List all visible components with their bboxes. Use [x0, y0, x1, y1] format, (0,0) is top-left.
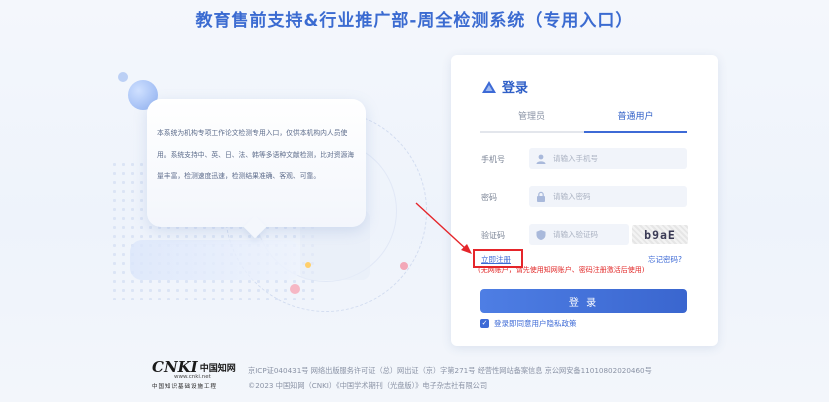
agree-checkbox[interactable]: ✓	[480, 319, 489, 328]
tab-admin[interactable]: 管理员	[480, 109, 583, 122]
decorative-blob	[130, 240, 300, 280]
password-input[interactable]	[551, 191, 685, 202]
decorative-dot	[305, 262, 311, 268]
phone-input[interactable]	[551, 153, 685, 164]
tab-user[interactable]: 普通用户	[584, 109, 687, 122]
footer-copyright-line: ©2023 中国知网（CNKI）《中国学术期刊（光盘版）》电子杂志社有限公司	[248, 381, 488, 390]
logo-subtitle: 中国知识基础设施工程	[152, 384, 218, 390]
forgot-password-link[interactable]: 忘记密码?	[648, 254, 682, 265]
register-link[interactable]: 立即注册	[481, 254, 511, 265]
password-field[interactable]	[529, 186, 687, 207]
active-tab-underline	[584, 131, 687, 133]
decorative-dot	[290, 284, 300, 294]
agree-row: ✓ 登录即同意用户隐私政策	[480, 318, 577, 329]
registration-notice: (无网账户，请先使用知网账户、密码注册激活后使用)	[478, 266, 645, 274]
logo-url: www.cnki.net	[174, 374, 211, 380]
intro-text: 本系统为机构专项工作论文检测专用入口，仅供本机构内人员使用。系统支持中、英、日、…	[157, 129, 355, 180]
shield-icon	[536, 229, 546, 240]
login-logo-icon	[482, 80, 496, 93]
logo-cn-text: 中国知网	[199, 363, 236, 374]
phone-field[interactable]	[529, 148, 687, 169]
captcha-label: 验证码	[481, 231, 505, 240]
decorative-dot	[118, 72, 128, 82]
captcha-input[interactable]	[551, 229, 635, 240]
login-tabs: 管理员 普通用户	[480, 109, 687, 133]
captcha-image[interactable]: b9aE	[632, 225, 688, 244]
lock-icon	[537, 191, 545, 202]
login-title: 登录	[502, 81, 529, 96]
login-header: 登录	[481, 77, 528, 96]
login-button[interactable]: 登 录	[480, 289, 687, 313]
cnki-logo: CNKI 中国知网 www.cnki.net 中国知识基础设施工程	[152, 358, 244, 398]
user-icon	[536, 154, 546, 164]
password-label: 密码	[481, 193, 497, 202]
phone-label: 手机号	[481, 155, 505, 164]
captcha-field[interactable]	[529, 224, 635, 245]
intro-bubble: 本系统为机构专项工作论文检测专用入口，仅供本机构内人员使用。系统支持中、英、日、…	[147, 99, 366, 227]
decorative-dot	[400, 262, 408, 270]
footer-license-line: 京ICP证040431号 网络出版服务许可证（总）网出证（京）字第271号 经营…	[248, 366, 652, 375]
footer-info: 京ICP证040431号 网络出版服务许可证（总）网出证（京）字第271号 经营…	[248, 363, 652, 393]
agree-label[interactable]: 登录即同意用户隐私政策	[494, 318, 577, 329]
page-title: 教育售前支持&行业推广部-周全检测系统（专用入口）	[195, 11, 634, 31]
